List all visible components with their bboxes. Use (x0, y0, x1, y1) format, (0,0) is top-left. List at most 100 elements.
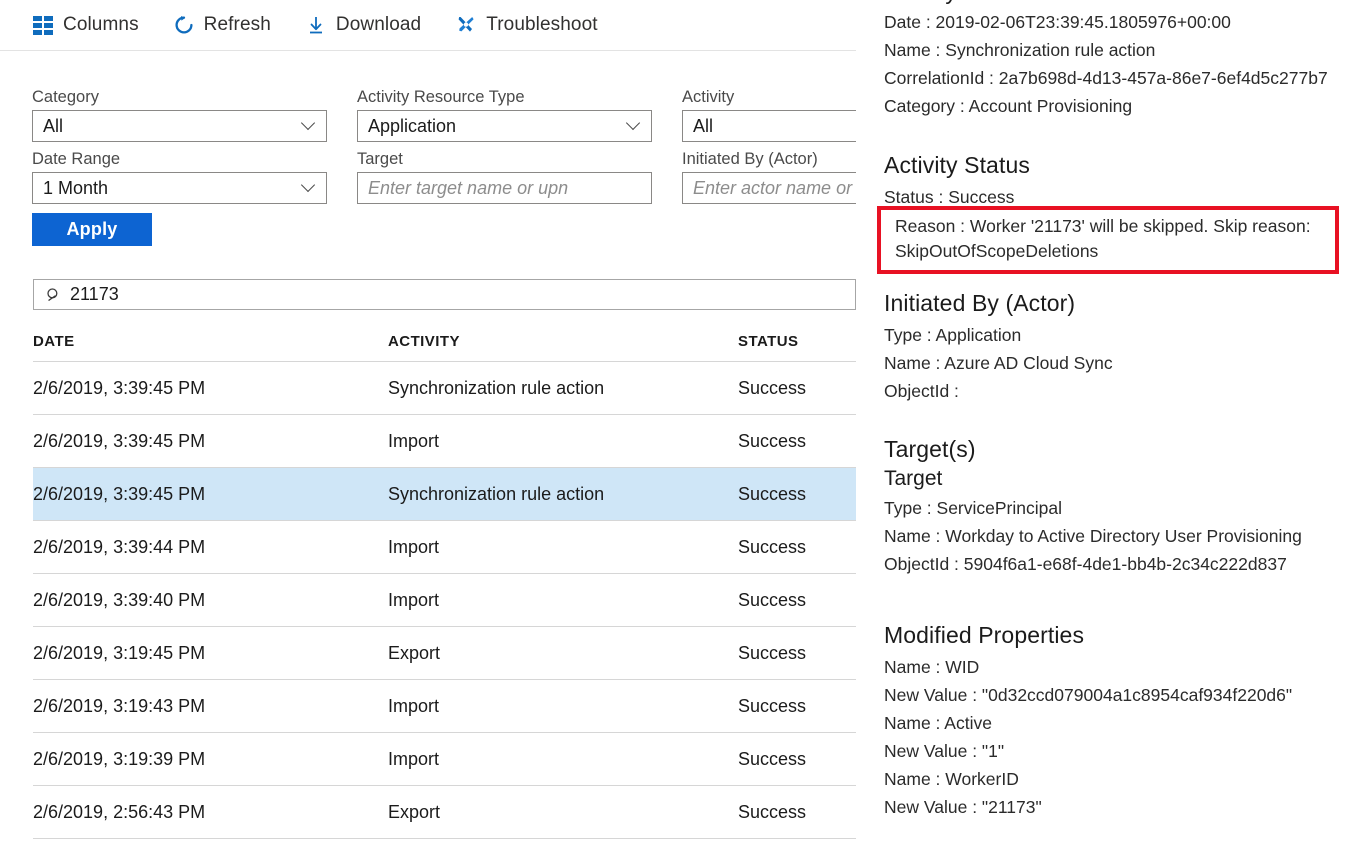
filter-category-value: All (43, 115, 64, 136)
filter-target: Target Enter target name or upn (357, 150, 652, 204)
targets-heading: Target(s) (884, 436, 976, 462)
cell-status: Success (738, 483, 807, 504)
table-row[interactable]: 2/6/2019, 3:19:45 PM Export Success (33, 627, 856, 680)
chevron-down-icon (303, 118, 316, 131)
detail-date: Date : 2019-02-06T23:39:45.1805976+00:00 (884, 12, 1231, 32)
filter-target-input[interactable]: Enter target name or upn (357, 172, 652, 204)
modified-property-name: Name : WID (884, 657, 980, 677)
troubleshoot-button[interactable]: Troubleshoot (455, 8, 598, 42)
detail-clipped-heading: Activity (884, 0, 957, 5)
detail-modified-properties-section: Modified Properties Name : WID New Value … (884, 622, 1356, 821)
filter-date-range: Date Range 1 Month (32, 150, 327, 204)
cell-date: 2/6/2019, 3:39:40 PM (33, 589, 206, 610)
cell-date: 2/6/2019, 3:19:39 PM (33, 748, 206, 769)
table-row[interactable]: 2/6/2019, 3:39:45 PM Import Success (33, 415, 856, 468)
table-row[interactable]: 2/6/2019, 3:39:40 PM Import Success (33, 574, 856, 627)
initiated-by-type: Type : Application (884, 325, 1022, 345)
chevron-down-icon (303, 180, 316, 193)
download-icon (305, 14, 327, 36)
download-button-label: Download (335, 14, 422, 35)
filter-target-placeholder: Enter target name or upn (368, 177, 569, 198)
refresh-button[interactable]: Refresh (173, 8, 271, 42)
filter-activity: Activity All (682, 88, 856, 142)
modified-property-new-value: New Value : "21173" (884, 797, 1042, 817)
filter-activity-label: Activity (682, 88, 735, 106)
activity-status-heading: Activity Status (884, 152, 1030, 178)
cell-date: 2/6/2019, 3:19:43 PM (33, 695, 206, 716)
filter-activity-resource-type: Activity Resource Type Application (357, 88, 652, 142)
activity-detail-panel: Activity Date : 2019-02-06T23:39:45.1805… (875, 0, 1356, 842)
refresh-icon (173, 14, 195, 36)
table-row[interactable]: 2/6/2019, 3:39:45 PM Synchronization rule… (33, 468, 856, 521)
detail-category: Category : Account Provisioning (884, 96, 1133, 116)
detail-reason: Reason : Worker '21173' will be skipped.… (895, 216, 1311, 261)
audit-log-table: DATE ACTIVITY STATUS 2/6/2019, 3:39:45 P… (33, 322, 856, 839)
cell-status: Success (738, 430, 807, 451)
cell-activity: Import (388, 695, 440, 716)
cell-activity: Import (388, 430, 440, 451)
search-input-value: 21173 (70, 284, 119, 304)
filter-initiated-by-placeholder: Enter actor name or upn (693, 177, 856, 198)
apply-button[interactable]: Apply (32, 213, 152, 246)
cell-date: 2/6/2019, 2:56:43 PM (33, 801, 206, 822)
filter-date-range-value: 1 Month (43, 177, 109, 198)
reason-highlight-box: Reason : Worker '21173' will be skipped.… (877, 206, 1339, 274)
filter-activity-select[interactable]: All (682, 110, 856, 142)
columns-button[interactable]: Columns (32, 8, 139, 42)
filter-initiated-by-input[interactable]: Enter actor name or upn (682, 172, 856, 204)
filter-initiated-by-label: Initiated By (Actor) (682, 150, 818, 168)
modified-properties-list: Name : WID New Value : "0d32ccd079004a1c8… (884, 653, 1356, 821)
filter-target-label: Target (357, 150, 403, 168)
modified-properties-heading: Modified Properties (884, 622, 1085, 648)
column-header-status[interactable]: STATUS (738, 333, 856, 350)
search-icon (46, 287, 62, 303)
column-header-activity[interactable]: ACTIVITY (388, 333, 738, 350)
modified-property-name: Name : Active (884, 713, 992, 733)
column-header-date[interactable]: DATE (33, 333, 388, 350)
detail-initiated-by-section: Initiated By (Actor) Type : Application … (884, 290, 1356, 405)
refresh-button-label: Refresh (203, 14, 271, 35)
cell-status: Success (738, 748, 807, 769)
target-type: Type : ServicePrincipal (884, 498, 1062, 518)
table-row[interactable]: 2/6/2019, 2:56:43 PM Export Success (33, 786, 856, 839)
filter-category: Category All (32, 88, 327, 142)
initiated-by-name: Name : Azure AD Cloud Sync (884, 353, 1113, 373)
chevron-down-icon (628, 118, 641, 131)
detail-correlation-id: CorrelationId : 2a7b698d-4d13-457a-86e7-… (884, 68, 1328, 88)
cell-activity: Synchronization rule action (388, 377, 605, 398)
table-row[interactable]: 2/6/2019, 3:39:45 PM Synchronization rule… (33, 362, 856, 415)
download-button[interactable]: Download (305, 8, 421, 42)
modified-property-name: Name : WorkerID (884, 769, 1019, 789)
cell-status: Success (738, 589, 807, 610)
search-input[interactable]: 21173 (33, 279, 856, 310)
cell-status: Success (738, 536, 807, 557)
cell-activity: Export (388, 801, 441, 822)
filter-date-range-select[interactable]: 1 Month (32, 172, 327, 204)
cell-date: 2/6/2019, 3:39:45 PM (33, 430, 206, 451)
target-name: Name : Workday to Active Directory User … (884, 526, 1302, 546)
filter-activity-resource-type-value: Application (368, 115, 457, 136)
filter-activity-resource-type-label: Activity Resource Type (357, 88, 525, 106)
cell-activity: Synchronization rule action (388, 483, 605, 504)
filter-activity-value: All (693, 115, 714, 136)
table-header-row: DATE ACTIVITY STATUS (33, 322, 856, 362)
cell-status: Success (738, 801, 807, 822)
filter-category-select[interactable]: All (32, 110, 327, 142)
cell-status: Success (738, 695, 807, 716)
cell-date: 2/6/2019, 3:39:44 PM (33, 536, 206, 557)
filter-activity-resource-type-select[interactable]: Application (357, 110, 652, 142)
audit-logs-pane: Columns Refresh Download Troubleshoot Ca… (0, 0, 856, 842)
troubleshoot-button-label: Troubleshoot (486, 14, 598, 35)
table-row[interactable]: 2/6/2019, 3:19:39 PM Import Success (33, 733, 856, 786)
cell-date: 2/6/2019, 3:39:45 PM (33, 483, 206, 504)
cell-date: 2/6/2019, 3:19:45 PM (33, 642, 206, 663)
cell-status: Success (738, 642, 807, 663)
table-row[interactable]: 2/6/2019, 3:39:44 PM Import Success (33, 521, 856, 574)
cell-activity: Import (388, 536, 440, 557)
table-row[interactable]: 2/6/2019, 3:19:43 PM Import Success (33, 680, 856, 733)
troubleshoot-icon (455, 14, 477, 36)
filter-initiated-by: Initiated By (Actor) Enter actor name or… (682, 150, 856, 204)
table-body: 2/6/2019, 3:39:45 PM Synchronization rule… (33, 362, 856, 839)
filter-category-label: Category (32, 88, 99, 106)
cell-activity: Import (388, 589, 440, 610)
